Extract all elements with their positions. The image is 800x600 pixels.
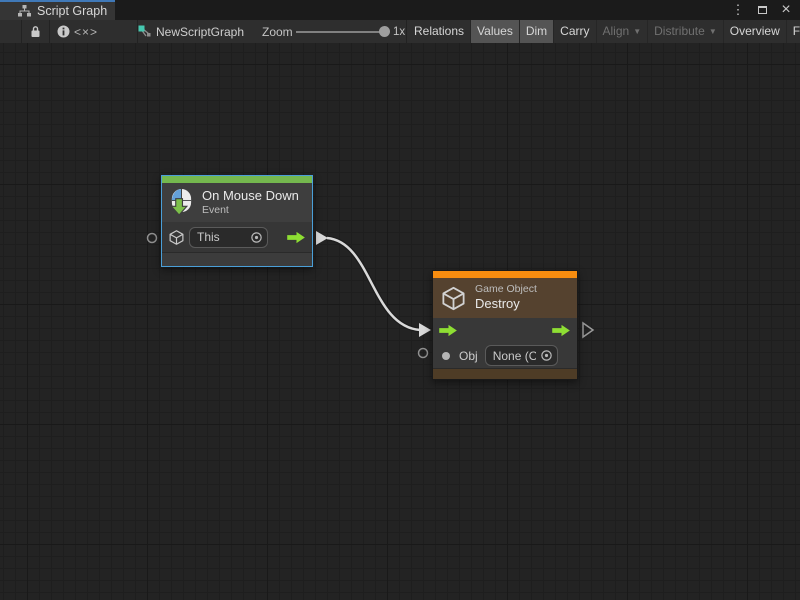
mouse-down-icon (169, 188, 194, 217)
event-node-body: This (162, 222, 312, 252)
graph-canvas[interactable]: On Mouse Down Event This (0, 43, 800, 600)
event-target-field[interactable]: This (189, 227, 268, 248)
align-dropdown[interactable]: Align ▼ (597, 20, 649, 43)
game-object-cube-icon (440, 285, 467, 312)
event-node-footer (162, 253, 312, 266)
event-node-title: On Mouse Down (202, 188, 299, 204)
fullscreen-button[interactable]: Full Screen (787, 20, 800, 43)
object-picker-icon[interactable] (540, 349, 553, 362)
destroy-node-footer (433, 368, 577, 379)
event-node-header: On Mouse Down Event (162, 183, 312, 222)
graph-hierarchy-icon (18, 5, 31, 17)
event-node-color-strip (162, 176, 312, 183)
destroy-node-category: Game Object (475, 283, 537, 296)
node-destroy[interactable]: Game Object Destroy Obj None (O (432, 270, 578, 380)
event-target-value: This (197, 230, 246, 244)
obj-port-label: Obj (459, 349, 478, 363)
close-icon[interactable]: × (778, 2, 794, 18)
relations-label: Relations (414, 20, 464, 43)
graph-toolbar: <×> NewScriptGraph Zoom 1x Relations Val… (0, 20, 800, 43)
game-object-cube-icon (168, 229, 185, 246)
toolbar-divider (406, 20, 407, 43)
dim-button[interactable]: Dim (520, 20, 554, 43)
maximize-icon[interactable] (754, 2, 770, 18)
tab-title: Script Graph (37, 4, 107, 18)
obj-value-field[interactable]: None (O (485, 345, 558, 366)
zoom-label: Zoom (262, 20, 293, 43)
destroy-obj-row: Obj None (O (433, 343, 577, 368)
destroy-trigger-row (433, 318, 577, 343)
trigger-out-arrow-icon[interactable] (287, 231, 306, 244)
event-trigger-out-connector[interactable] (316, 231, 328, 245)
graph-asset-reference[interactable]: NewScriptGraph (138, 20, 244, 43)
destroy-node-titles: Game Object Destroy (475, 283, 537, 312)
values-label: Values (477, 20, 513, 43)
trigger-in-arrow-icon[interactable] (439, 324, 458, 337)
node-on-mouse-down[interactable]: On Mouse Down Event This (161, 175, 313, 267)
tab-script-graph[interactable]: Script Graph (0, 0, 115, 20)
connection-wire-outline (327, 238, 420, 330)
connections-layer (0, 43, 800, 600)
lock-icon (30, 25, 41, 38)
window-menu-icon[interactable]: ⋮ (730, 2, 746, 18)
obj-field-value: None (O (493, 349, 536, 363)
overview-label: Overview (730, 20, 780, 43)
distribute-dropdown[interactable]: Distribute ▼ (648, 20, 724, 43)
dim-label: Dim (526, 20, 547, 43)
script-graph-asset-icon (138, 25, 151, 38)
graph-asset-name: NewScriptGraph (156, 25, 244, 39)
chevron-down-icon: ▼ (633, 20, 641, 43)
title-bar: Script Graph ⋮ × (0, 0, 800, 20)
distribute-label: Distribute (654, 20, 705, 43)
destroy-trigger-in-connector[interactable] (419, 323, 431, 337)
maximize-glyph (758, 6, 767, 14)
destroy-node-body: Obj None (O (433, 318, 577, 368)
chevron-down-icon: ▼ (709, 20, 717, 43)
toolbar-toggle-group: Relations Values Dim Carry Align ▼ Distr… (408, 20, 800, 43)
fullscreen-label: Full Screen (793, 20, 800, 43)
carry-label: Carry (560, 20, 589, 43)
trigger-out-arrow-icon[interactable] (552, 324, 571, 337)
align-label: Align (603, 20, 630, 43)
window-controls: ⋮ × (730, 0, 800, 20)
destroy-trigger-out-port[interactable] (583, 323, 593, 337)
event-node-subtitle: Event (202, 204, 299, 217)
event-node-titles: On Mouse Down Event (202, 188, 299, 217)
object-picker-icon[interactable] (250, 231, 263, 244)
unity-script-graph-window: { "titlebar": { "tab_title": "Script Gra… (0, 0, 800, 600)
overview-button[interactable]: Overview (724, 20, 787, 43)
inspect-code-button[interactable]: <×> (76, 20, 96, 43)
carry-button[interactable]: Carry (554, 20, 596, 43)
info-button[interactable] (50, 20, 76, 43)
destroy-node-header: Game Object Destroy (433, 278, 577, 318)
values-button[interactable]: Values (471, 20, 520, 43)
zoom-value: 1x (393, 20, 405, 43)
code-icon: <×> (74, 25, 98, 39)
zoom-slider-track[interactable] (296, 31, 388, 33)
lock-button[interactable] (22, 20, 49, 43)
relations-button[interactable]: Relations (408, 20, 471, 43)
destroy-obj-port[interactable] (419, 349, 428, 358)
zoom-slider-handle[interactable] (379, 26, 390, 37)
info-icon (57, 25, 70, 38)
destroy-node-title: Destroy (475, 296, 537, 312)
event-target-port[interactable] (148, 234, 157, 243)
obj-value-dot (442, 352, 450, 360)
destroy-node-color-strip (433, 271, 577, 278)
